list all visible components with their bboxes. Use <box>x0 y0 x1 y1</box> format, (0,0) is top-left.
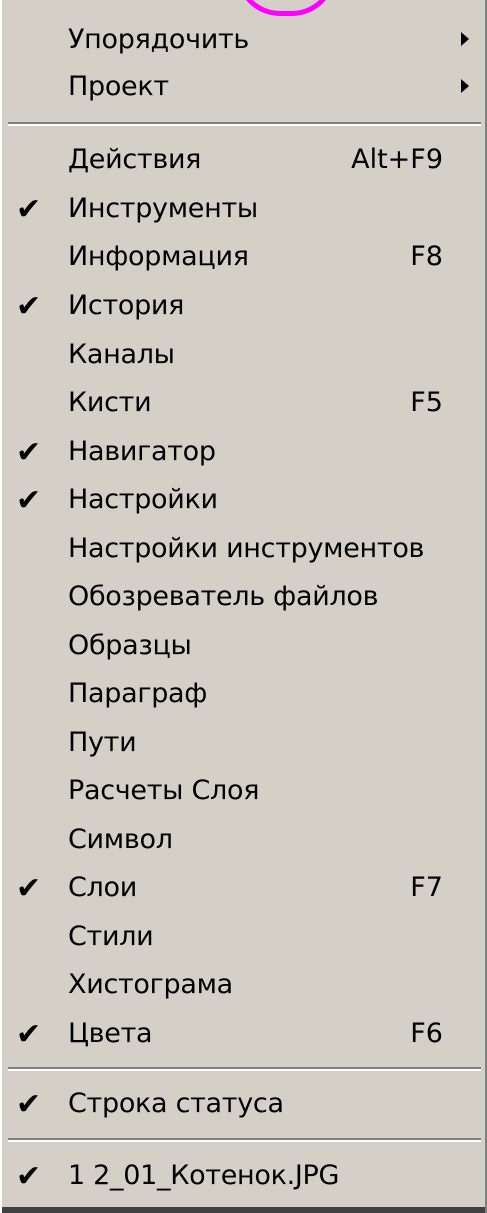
submenu-arrow-icon <box>461 32 469 46</box>
menu-item-label: Кисти <box>68 387 152 418</box>
menu-separator <box>8 122 481 126</box>
menu-item-info[interactable]: Информация F8 <box>2 233 485 281</box>
menu-item-styles[interactable]: Стили <box>2 913 485 961</box>
menu-item-shortcut: F7 <box>410 872 443 903</box>
menu-item-brushes[interactable]: Кисти F5 <box>2 379 485 427</box>
menu-item-label: Действия <box>68 144 202 175</box>
menu-item-open-document[interactable]: ✔ 1 2_01_Котенок.JPG <box>2 1152 485 1200</box>
checkmark-icon: ✔ <box>16 192 42 227</box>
menu-item-paragraph[interactable]: Параграф <box>2 670 485 718</box>
checkmark-icon: ✔ <box>16 483 42 518</box>
highlight-marker <box>236 0 336 16</box>
menu-item-shortcut: F6 <box>410 1018 443 1049</box>
menu-item-label: Пути <box>68 727 137 758</box>
checkmark-icon: ✔ <box>16 1087 42 1122</box>
menu-item-label: Упорядочить <box>68 24 250 55</box>
menu-item-label: Строка статуса <box>68 1088 284 1119</box>
submenu-arrow-icon <box>461 79 469 93</box>
menu-item-actions[interactable]: Действия Alt+F9 <box>2 136 485 184</box>
checkmark-icon: ✔ <box>16 289 42 324</box>
menu-item-label: Образцы <box>68 630 192 661</box>
checkmark-icon: ✔ <box>16 1017 42 1052</box>
menu-item-file-browser[interactable]: Обозреватель файлов <box>2 573 485 621</box>
menu-item-label: Каналы <box>68 339 175 370</box>
menu-item-colors[interactable]: ✔ Цвета F6 <box>2 1010 485 1058</box>
window-menu: Упорядочить Проект Действия Alt+F9 ✔ Инс… <box>0 0 487 1213</box>
checkmark-icon: ✔ <box>16 435 42 470</box>
menu-item-shortcut: F8 <box>410 241 443 272</box>
menu-item-layers[interactable]: ✔ Слои F7 <box>2 864 485 912</box>
menu-item-label: Параграф <box>68 678 208 709</box>
menu-item-label: Проект <box>68 71 169 102</box>
menu-item-status-bar[interactable]: ✔ Строка статуса <box>2 1080 485 1128</box>
menu-item-label: Информация <box>68 241 249 272</box>
menu-item-tools[interactable]: ✔ Инструменты <box>2 185 485 233</box>
menu-item-channels[interactable]: Каналы <box>2 331 485 379</box>
menu-item-shortcut: Alt+F9 <box>351 144 443 175</box>
menu-item-label: Цвета <box>68 1018 153 1049</box>
menu-item-arrange[interactable]: Упорядочить <box>2 16 485 64</box>
menu-item-history[interactable]: ✔ История <box>2 282 485 330</box>
menu-item-histogram[interactable]: Хистограма <box>2 961 485 1009</box>
menu-bottom-border <box>2 1207 485 1213</box>
menu-item-label: История <box>68 290 185 321</box>
menu-item-label: 1 2_01_Котенок.JPG <box>68 1160 340 1191</box>
menu-item-swatches[interactable]: Образцы <box>2 622 485 670</box>
menu-item-paths[interactable]: Пути <box>2 719 485 767</box>
menu-separator <box>8 1067 481 1071</box>
menu-item-label: Обозреватель файлов <box>68 581 379 612</box>
menu-separator <box>8 1138 481 1142</box>
menu-item-project[interactable]: Проект <box>2 63 485 111</box>
checkmark-icon: ✔ <box>16 1159 42 1194</box>
menu-item-label: Настройки <box>68 484 218 515</box>
menu-item-layer-comps[interactable]: Расчеты Слоя <box>2 767 485 815</box>
menu-item-navigator[interactable]: ✔ Навигатор <box>2 428 485 476</box>
checkmark-icon: ✔ <box>16 871 42 906</box>
menu-item-label: Расчеты Слоя <box>68 775 260 806</box>
menu-item-label: Навигатор <box>68 436 216 467</box>
menu-item-label: Настройки инструментов <box>68 533 425 564</box>
menu-item-label: Стили <box>68 921 154 952</box>
menu-item-label: Инструменты <box>68 193 258 224</box>
menu-item-settings[interactable]: ✔ Настройки <box>2 476 485 524</box>
menu-item-label: Хистограма <box>68 969 233 1000</box>
menu-item-tool-settings[interactable]: Настройки инструментов <box>2 525 485 573</box>
menu-item-label: Слои <box>68 872 137 903</box>
menu-item-shortcut: F5 <box>410 387 443 418</box>
menu-item-character[interactable]: Символ <box>2 816 485 864</box>
menu-item-label: Символ <box>68 824 173 855</box>
